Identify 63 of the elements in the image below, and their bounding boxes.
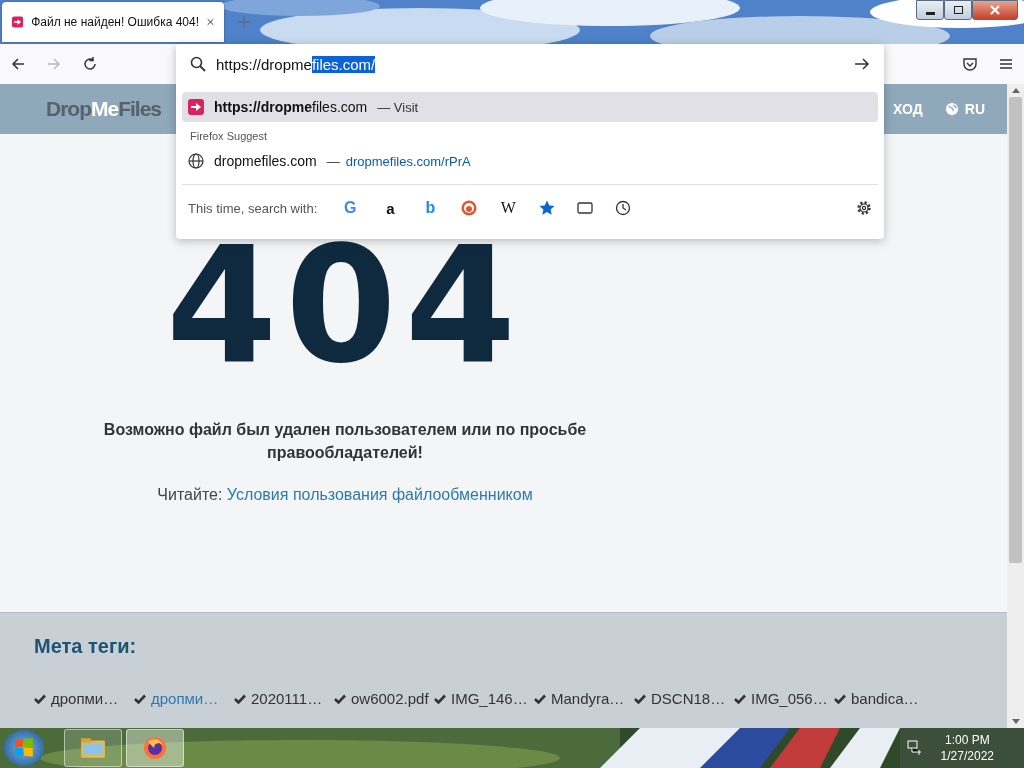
check-icon — [334, 693, 346, 704]
section-heading: Мета теги: — [34, 635, 138, 658]
scroll-down-icon[interactable] — [1011, 719, 1020, 724]
read-label: Читайте: — [157, 486, 223, 503]
check-icon — [134, 693, 146, 704]
search-with-label: This time, search with: — [188, 200, 318, 216]
clock-icon[interactable] — [615, 200, 632, 216]
terms-link[interactable]: Условия пользования файлообменником — [226, 486, 533, 503]
suggestion-action: — — [326, 153, 340, 169]
error-message: Возможно файл был удален пользователем или по просьбе правообладателей! — [102, 420, 588, 463]
suggestion-row[interactable]: dropmefiles.com — dropmefiles.com/rPrA — [182, 146, 878, 176]
tag-link[interactable]: IMG_146… — [451, 690, 528, 707]
pocket-icon[interactable] — [962, 56, 978, 72]
browser-tab[interactable]: Файл не найден! Ошибка 404! — [2, 2, 224, 42]
folder-icon — [80, 737, 106, 759]
back-icon[interactable] — [10, 56, 26, 72]
suggestion-row[interactable]: https://dropmefiles.com — Visit — [182, 92, 878, 122]
close-icon — [990, 5, 1000, 15]
search-engine-button[interactable]: W — [499, 199, 518, 217]
check-icon — [34, 693, 46, 704]
star-icon[interactable] — [539, 200, 556, 216]
windows-logo-icon — [13, 737, 35, 759]
taskbar-app[interactable] — [64, 729, 122, 767]
tag-link[interactable]: bandica… — [851, 690, 919, 707]
taskbar-app[interactable] — [126, 729, 184, 767]
tag-link[interactable]: 2020111… — [251, 690, 323, 707]
duck-icon[interactable] — [461, 200, 478, 216]
restore-button[interactable] — [944, 0, 972, 20]
reload-icon[interactable] — [82, 56, 98, 72]
minimize-button[interactable] — [916, 0, 944, 20]
globe-icon — [944, 102, 959, 116]
globe-icon — [188, 153, 204, 169]
suggestion-action: — Visit — [377, 99, 419, 115]
network-icon[interactable] — [906, 740, 923, 756]
check-icon — [634, 693, 646, 704]
check-icon — [534, 693, 546, 704]
check-icon — [834, 693, 846, 704]
check-icon — [734, 693, 746, 704]
go-arrow-icon[interactable] — [854, 56, 870, 72]
tag-link[interactable]: DSCN18… — [651, 690, 726, 707]
tag-link[interactable]: Mandyra… — [551, 690, 625, 707]
close-icon[interactable] — [207, 17, 214, 27]
tab-icon[interactable] — [577, 200, 594, 216]
tag-link[interactable]: ow6002.pdf — [351, 690, 429, 707]
search-engine-button[interactable]: a — [381, 199, 400, 217]
suggestion-title: https://dropmefiles.com — [214, 99, 368, 115]
search-icon — [190, 56, 206, 72]
check-icon — [434, 693, 446, 704]
error-code: 404 — [166, 226, 524, 386]
tag-link[interactable]: IMG_056… — [751, 690, 828, 707]
group-heading: Firefox Suggest — [190, 130, 269, 142]
tag-link[interactable]: дропми… — [51, 690, 119, 707]
check-icon — [234, 693, 246, 704]
scrollbar[interactable] — [1007, 84, 1024, 728]
menu-icon[interactable] — [998, 56, 1014, 72]
firefox-icon — [143, 736, 167, 760]
url-text: https://dropmefiles.com/ — [216, 55, 376, 73]
scroll-up-icon[interactable] — [1011, 88, 1020, 93]
settings-icon[interactable] — [856, 200, 872, 216]
close-button[interactable] — [972, 0, 1018, 20]
suggestion-title: dropmefiles.com — [214, 153, 317, 169]
search-engine-button[interactable]: G — [341, 199, 360, 217]
suggestion-url: dropmefiles.com/rPrA — [345, 153, 471, 169]
